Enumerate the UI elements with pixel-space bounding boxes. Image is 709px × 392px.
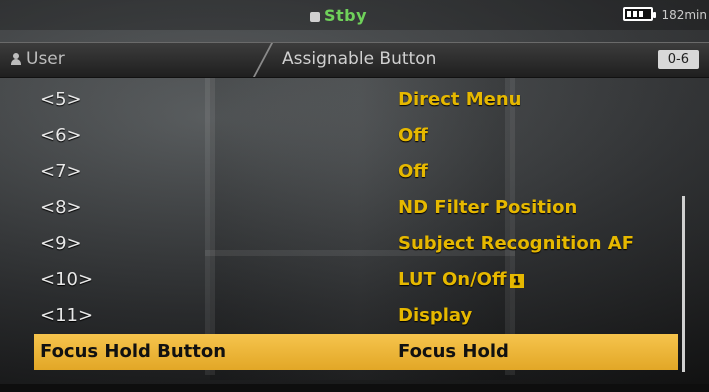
standby-text: Stby — [324, 6, 368, 25]
menu-row-key: <8> — [40, 197, 82, 218]
tab-user-label: User — [26, 49, 65, 69]
menu-row-value-text: LUT On/Off — [398, 269, 507, 290]
record-status-icon — [310, 12, 320, 22]
menu-row-8[interactable]: <8> ND Filter Position — [0, 190, 709, 226]
menu-row-value: Focus Hold — [398, 341, 509, 362]
camera-menu-screen: Stby 182min User Assignable Button 0-6 <… — [0, 0, 709, 392]
header-divider — [252, 43, 274, 77]
user-icon — [10, 53, 22, 65]
menu-row-10[interactable]: <10> LUT On/Off 1 — [0, 262, 709, 298]
menu-row-value: Display — [398, 305, 473, 326]
menu-list: <5> Direct Menu <6> Off <7> Off <8> ND F… — [0, 82, 709, 370]
menu-row-value: Direct Menu — [398, 89, 522, 110]
menu-row-7[interactable]: <7> Off — [0, 154, 709, 190]
menu-row-value: ND Filter Position — [398, 197, 578, 218]
menu-row-value: Subject Recognition AF — [398, 233, 635, 254]
menu-header: User Assignable Button 0-6 — [0, 42, 709, 78]
menu-row-key: <6> — [40, 125, 82, 146]
menu-row-key: <5> — [40, 89, 82, 110]
menu-row-focus-hold-button[interactable]: Focus Hold Button Focus Hold — [34, 334, 678, 370]
menu-row-key: <9> — [40, 233, 82, 254]
scrollbar[interactable] — [682, 196, 685, 372]
menu-row-key: <11> — [40, 305, 94, 326]
tab-user[interactable]: User — [10, 49, 65, 69]
menu-row-key: <7> — [40, 161, 82, 182]
status-line: Stby 182min — [0, 0, 709, 30]
menu-row-key: <10> — [40, 269, 94, 290]
standby-indicator: Stby — [310, 6, 367, 25]
menu-row-11[interactable]: <11> Display — [0, 298, 709, 334]
menu-row-key: Focus Hold Button — [40, 341, 227, 362]
menu-title: Assignable Button — [282, 49, 437, 69]
page-indicator: 0-6 — [657, 50, 699, 69]
scrollbar-thumb[interactable] — [682, 196, 685, 372]
menu-row-9[interactable]: <9> Subject Recognition AF — [0, 226, 709, 262]
lut-badge: 1 — [509, 274, 524, 288]
bottom-bar — [0, 384, 709, 392]
menu-row-value: LUT On/Off 1 — [398, 262, 524, 298]
battery-icon — [623, 7, 656, 21]
battery-level — [627, 11, 643, 17]
menu-row-value: Off — [398, 125, 428, 146]
menu-row-6[interactable]: <6> Off — [0, 118, 709, 154]
menu-row-5[interactable]: <5> Direct Menu — [0, 82, 709, 118]
battery-time: 182min — [661, 8, 707, 22]
menu-row-value: Off — [398, 161, 428, 182]
